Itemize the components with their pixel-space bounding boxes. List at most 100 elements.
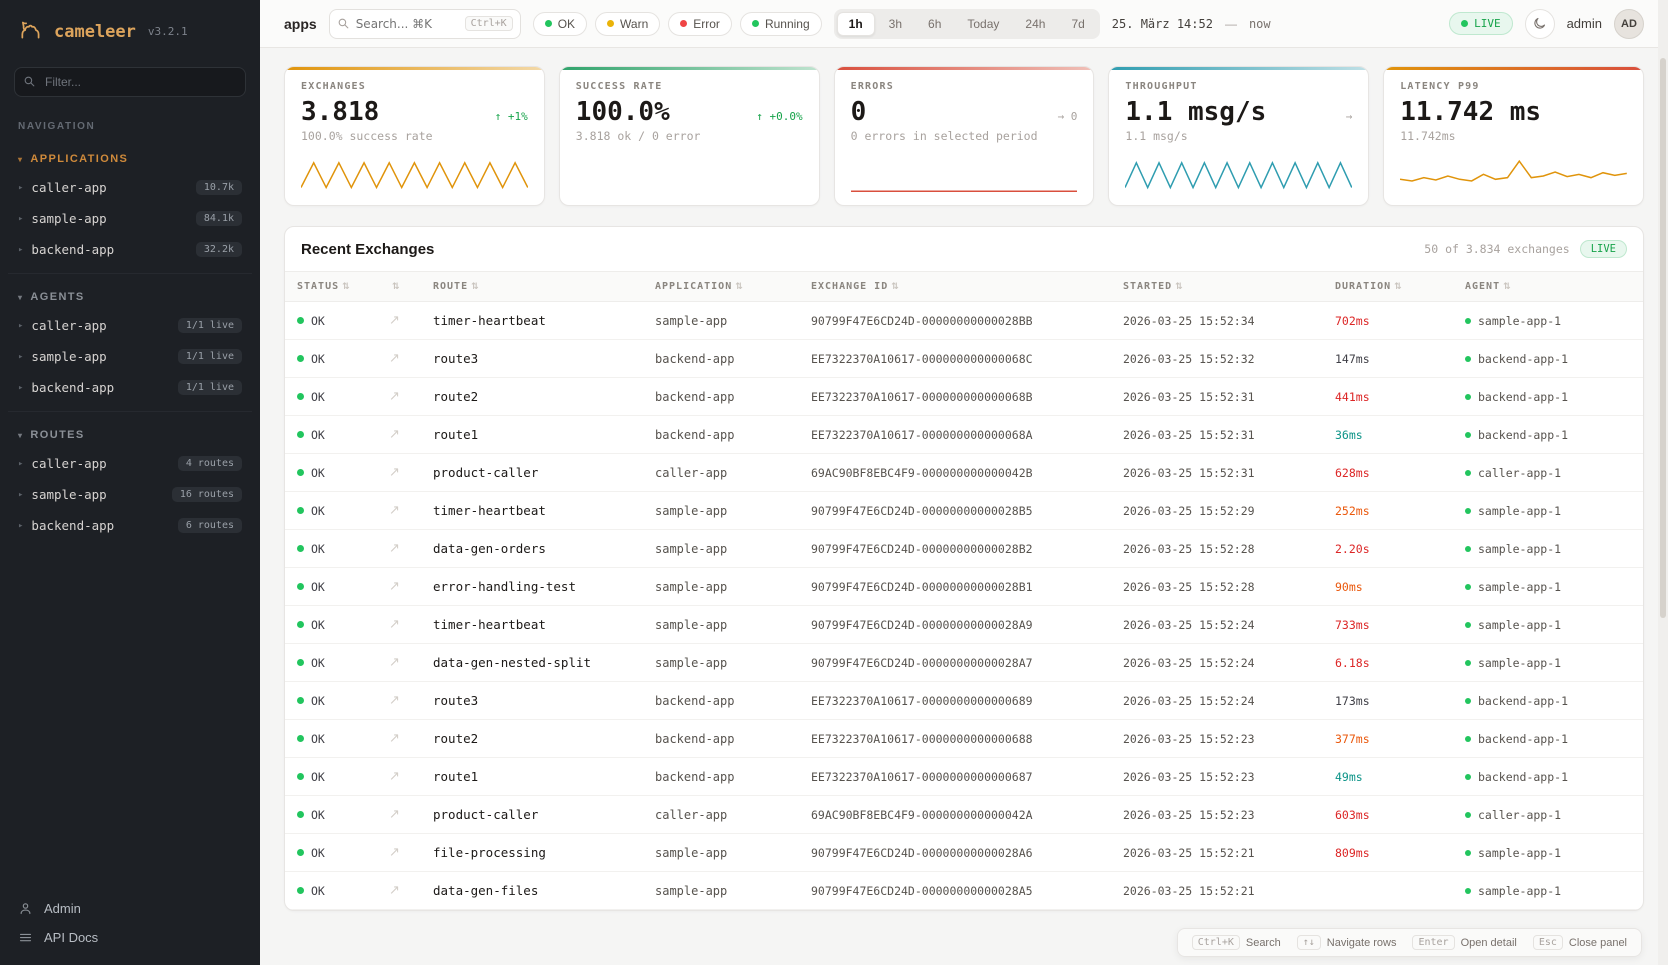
column-header-agent[interactable]: AGENT⇅ xyxy=(1453,272,1643,302)
table-row[interactable]: OK↗file-processingsample-app90799F47E6CD… xyxy=(285,834,1643,872)
table-row[interactable]: OK↗timer-heartbeatsample-app90799F47E6CD… xyxy=(285,492,1643,530)
open-detail-cell[interactable]: ↗ xyxy=(377,416,421,454)
open-detail-cell[interactable]: ↗ xyxy=(377,568,421,606)
sidebar-item-routes-backend-app[interactable]: ▸backend-app6 routes xyxy=(8,510,252,541)
sidebar-item-agents-backend-app[interactable]: ▸backend-app1/1 live xyxy=(8,372,252,403)
table-row[interactable]: OK↗route1backend-appEE7322370A10617-0000… xyxy=(285,758,1643,796)
table-row[interactable]: OK↗route2backend-appEE7322370A10617-0000… xyxy=(285,720,1643,758)
table-header-bar: Recent Exchanges 50 of 3.834 exchanges L… xyxy=(285,227,1643,271)
open-detail-icon[interactable]: ↗ xyxy=(389,655,400,670)
open-detail-icon[interactable]: ↗ xyxy=(389,465,400,480)
open-detail-cell[interactable]: ↗ xyxy=(377,720,421,758)
filter-chip-warn[interactable]: Warn xyxy=(595,12,660,36)
sidebar-item-applications-backend-app[interactable]: ▸backend-app32.2k xyxy=(8,234,252,265)
app-logo[interactable]: cameleer v3.2.1 xyxy=(0,0,260,57)
open-detail-icon[interactable]: ↗ xyxy=(389,845,400,860)
open-detail-icon[interactable]: ↗ xyxy=(389,769,400,784)
sidebar-section-header-applications[interactable]: ▾APPLICATIONS xyxy=(8,146,252,172)
shortcut-hint-open-detail: EnterOpen detail xyxy=(1412,935,1516,950)
table-row[interactable]: OK↗data-gen-filessample-app90799F47E6CD2… xyxy=(285,872,1643,910)
agent-status-dot xyxy=(1465,736,1471,742)
open-detail-cell[interactable]: ↗ xyxy=(377,758,421,796)
table-row[interactable]: OK↗data-gen-orderssample-app90799F47E6CD… xyxy=(285,530,1643,568)
card-value-row: 0→ 0 xyxy=(851,92,1078,129)
main-scrollbar-track[interactable] xyxy=(1658,0,1668,965)
column-header-application[interactable]: APPLICATION⇅ xyxy=(643,272,799,302)
filter-chip-ok[interactable]: OK xyxy=(533,12,587,36)
open-detail-icon[interactable]: ↗ xyxy=(389,389,400,404)
open-detail-icon[interactable]: ↗ xyxy=(389,731,400,746)
open-detail-cell[interactable]: ↗ xyxy=(377,302,421,340)
table-row[interactable]: OK↗data-gen-nested-splitsample-app90799F… xyxy=(285,644,1643,682)
duration-cell: 147ms xyxy=(1323,340,1453,378)
open-detail-cell[interactable]: ↗ xyxy=(377,492,421,530)
open-detail-cell[interactable]: ↗ xyxy=(377,340,421,378)
avatar[interactable]: AD xyxy=(1614,9,1644,39)
datetime-display[interactable]: 25. März 14:52 xyxy=(1112,17,1213,31)
now-label[interactable]: now xyxy=(1249,17,1271,31)
table-row[interactable]: OK↗product-callercaller-app69AC90BF8EBC4… xyxy=(285,454,1643,492)
range-button-today[interactable]: Today xyxy=(955,12,1011,36)
filter-chip-error[interactable]: Error xyxy=(668,12,732,36)
range-button-1h[interactable]: 1h xyxy=(837,12,875,36)
sidebar-filter-input[interactable] xyxy=(14,67,246,97)
open-detail-icon[interactable]: ↗ xyxy=(389,351,400,366)
column-header-open-detail[interactable]: ⇅ xyxy=(377,272,421,302)
open-detail-cell[interactable]: ↗ xyxy=(377,530,421,568)
sidebar-item-applications-caller-app[interactable]: ▸caller-app10.7k xyxy=(8,172,252,203)
open-detail-icon[interactable]: ↗ xyxy=(389,883,400,898)
breadcrumb-apps[interactable]: apps xyxy=(284,16,317,32)
sidebar-item-applications-sample-app[interactable]: ▸sample-app84.1k xyxy=(8,203,252,234)
open-detail-icon[interactable]: ↗ xyxy=(389,579,400,594)
live-badge[interactable]: LIVE xyxy=(1449,12,1513,35)
table-row[interactable]: OK↗route1backend-appEE7322370A10617-0000… xyxy=(285,416,1643,454)
open-detail-cell[interactable]: ↗ xyxy=(377,606,421,644)
sidebar-section-header-routes[interactable]: ▾ROUTES xyxy=(8,422,252,448)
sidebar-footer-admin[interactable]: Admin xyxy=(18,901,242,916)
sidebar-item-agents-caller-app[interactable]: ▸caller-app1/1 live xyxy=(8,310,252,341)
sidebar-item-routes-caller-app[interactable]: ▸caller-app4 routes xyxy=(8,448,252,479)
column-header-started[interactable]: STARTED⇅ xyxy=(1111,272,1323,302)
open-detail-icon[interactable]: ↗ xyxy=(389,617,400,632)
card-subtitle: 1.1 msg/s xyxy=(1125,129,1352,143)
open-detail-cell[interactable]: ↗ xyxy=(377,644,421,682)
range-button-3h[interactable]: 3h xyxy=(877,12,914,36)
open-detail-icon[interactable]: ↗ xyxy=(389,541,400,556)
table-row[interactable]: OK↗route3backend-appEE7322370A10617-0000… xyxy=(285,340,1643,378)
open-detail-cell[interactable]: ↗ xyxy=(377,682,421,720)
table-row[interactable]: OK↗error-handling-testsample-app90799F47… xyxy=(285,568,1643,606)
range-button-24h[interactable]: 24h xyxy=(1013,12,1057,36)
table-live-badge[interactable]: LIVE xyxy=(1580,240,1627,258)
range-button-7d[interactable]: 7d xyxy=(1059,12,1096,36)
open-detail-icon[interactable]: ↗ xyxy=(389,807,400,822)
sidebar-section-agents: ▾AGENTS▸caller-app1/1 live▸sample-app1/1… xyxy=(8,284,252,412)
open-detail-cell[interactable]: ↗ xyxy=(377,796,421,834)
open-detail-cell[interactable]: ↗ xyxy=(377,834,421,872)
open-detail-cell[interactable]: ↗ xyxy=(377,872,421,910)
card-value-row: 100.0%↑ +0.0% xyxy=(576,92,803,129)
sidebar-section-header-agents[interactable]: ▾AGENTS xyxy=(8,284,252,310)
column-header-status[interactable]: STATUS⇅ xyxy=(285,272,377,302)
column-header-exchange-id[interactable]: EXCHANGE ID⇅ xyxy=(799,272,1111,302)
dark-mode-toggle[interactable] xyxy=(1525,9,1555,39)
column-header-route[interactable]: ROUTE⇅ xyxy=(421,272,643,302)
open-detail-cell[interactable]: ↗ xyxy=(377,378,421,416)
open-detail-icon[interactable]: ↗ xyxy=(389,503,400,518)
open-detail-cell[interactable]: ↗ xyxy=(377,454,421,492)
range-button-6h[interactable]: 6h xyxy=(916,12,953,36)
table-row[interactable]: OK↗timer-heartbeatsample-app90799F47E6CD… xyxy=(285,606,1643,644)
open-detail-icon[interactable]: ↗ xyxy=(389,313,400,328)
table-row[interactable]: OK↗route2backend-appEE7322370A10617-0000… xyxy=(285,378,1643,416)
filter-chip-running[interactable]: Running xyxy=(740,12,822,36)
sidebar-footer-api-docs[interactable]: API Docs xyxy=(18,930,242,945)
table-row[interactable]: OK↗product-callercaller-app69AC90BF8EBC4… xyxy=(285,796,1643,834)
table-row[interactable]: OK↗timer-heartbeatsample-app90799F47E6CD… xyxy=(285,302,1643,340)
main-scrollbar-thumb[interactable] xyxy=(1660,58,1666,618)
open-detail-icon[interactable]: ↗ xyxy=(389,693,400,708)
open-detail-icon[interactable]: ↗ xyxy=(389,427,400,442)
column-header-duration[interactable]: DURATION⇅ xyxy=(1323,272,1453,302)
sidebar-item-routes-sample-app[interactable]: ▸sample-app16 routes xyxy=(8,479,252,510)
search-input[interactable] xyxy=(356,17,459,31)
sidebar-item-agents-sample-app[interactable]: ▸sample-app1/1 live xyxy=(8,341,252,372)
table-row[interactable]: OK↗route3backend-appEE7322370A10617-0000… xyxy=(285,682,1643,720)
